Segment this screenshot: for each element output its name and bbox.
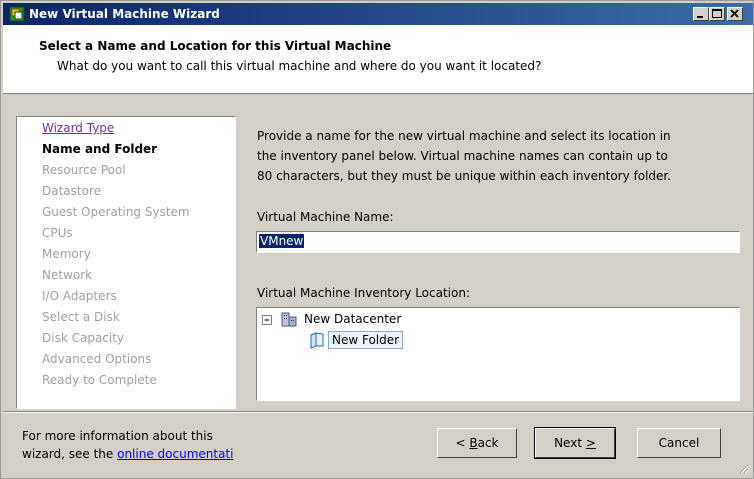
step-resource-pool: Resource Pool xyxy=(42,163,126,177)
step-ready-to-complete: Ready to Complete xyxy=(42,373,157,387)
step-guest-os: Guest Operating System xyxy=(42,205,190,219)
maximize-icon xyxy=(712,9,722,18)
maximize-button[interactable] xyxy=(709,7,725,21)
step-name-and-folder: Name and Folder xyxy=(42,142,158,156)
help-text: For more information about this wizard, … xyxy=(22,427,233,463)
window-title: New Virtual Machine Wizard xyxy=(29,7,220,21)
description-line: Provide a name for the new virtual machi… xyxy=(257,129,671,143)
back-accel: B xyxy=(469,436,478,450)
step-select-disk: Select a Disk xyxy=(42,310,120,324)
back-button[interactable]: < Back xyxy=(437,428,517,458)
vm-name-value: VMnew xyxy=(259,234,305,248)
tree-item-new-folder[interactable]: New Folder xyxy=(328,331,404,349)
step-cpus: CPUs xyxy=(42,226,73,240)
collapse-icon[interactable] xyxy=(261,314,273,326)
step-datastore: Datastore xyxy=(42,184,102,198)
help-line-1: For more information about this xyxy=(22,429,213,443)
footer-separator xyxy=(3,411,753,413)
vm-wizard-icon xyxy=(9,6,25,22)
step-wizard-type[interactable]: Wizard Type xyxy=(42,121,114,135)
close-icon xyxy=(730,9,739,18)
close-button[interactable] xyxy=(727,7,743,21)
step-network: Network xyxy=(42,268,93,282)
page-title: Select a Name and Location for this Virt… xyxy=(39,39,392,53)
title-bar[interactable]: New Virtual Machine Wizard xyxy=(3,3,753,25)
datacenter-icon xyxy=(281,312,297,327)
wizard-window: New Virtual Machine Wizard Select a Name… xyxy=(0,0,754,479)
page-subtitle: What do you want to call this virtual ma… xyxy=(57,59,542,73)
tree-item-datacenter[interactable]: New Datacenter xyxy=(304,312,401,326)
vm-name-label: Virtual Machine Name: xyxy=(257,210,394,224)
description-line: the inventory panel below. Virtual machi… xyxy=(257,149,668,163)
inventory-location-label: Virtual Machine Inventory Location: xyxy=(257,286,470,300)
help-line-2: wizard, see the online documentati xyxy=(22,445,233,463)
wizard-header: Select a Name and Location for this Virt… xyxy=(3,25,753,94)
step-disk-capacity: Disk Capacity xyxy=(42,331,125,345)
step-io-adapters: I/O Adapters xyxy=(42,289,117,303)
help-line-2-prefix: wizard, see the xyxy=(22,447,118,461)
next-accel: > xyxy=(585,436,596,450)
vm-name-input[interactable]: VMnew xyxy=(256,231,740,253)
wizard-steps-panel: Wizard Type Name and Folder Resource Poo… xyxy=(16,116,236,409)
description-text: Provide a name for the new virtual machi… xyxy=(257,126,737,186)
inventory-tree[interactable]: New Datacenter New Folder xyxy=(256,307,740,401)
step-advanced-options: Advanced Options xyxy=(42,352,152,366)
minimize-icon xyxy=(697,16,703,18)
cancel-button[interactable]: Cancel xyxy=(637,428,721,458)
minimize-button[interactable] xyxy=(693,7,709,21)
step-memory: Memory xyxy=(42,247,91,261)
next-button[interactable]: Next > xyxy=(534,427,616,459)
back-prefix: < xyxy=(455,436,470,450)
back-post: ack xyxy=(477,436,499,450)
description-line: 80 characters, but they must be unique w… xyxy=(257,169,672,183)
online-documentation-link[interactable]: online documentati xyxy=(117,447,233,461)
wizard-content: Provide a name for the new virtual machi… xyxy=(244,116,748,409)
resize-grip-icon[interactable] xyxy=(737,462,749,474)
next-pre: Next xyxy=(554,436,586,450)
folder-icon xyxy=(310,332,324,349)
